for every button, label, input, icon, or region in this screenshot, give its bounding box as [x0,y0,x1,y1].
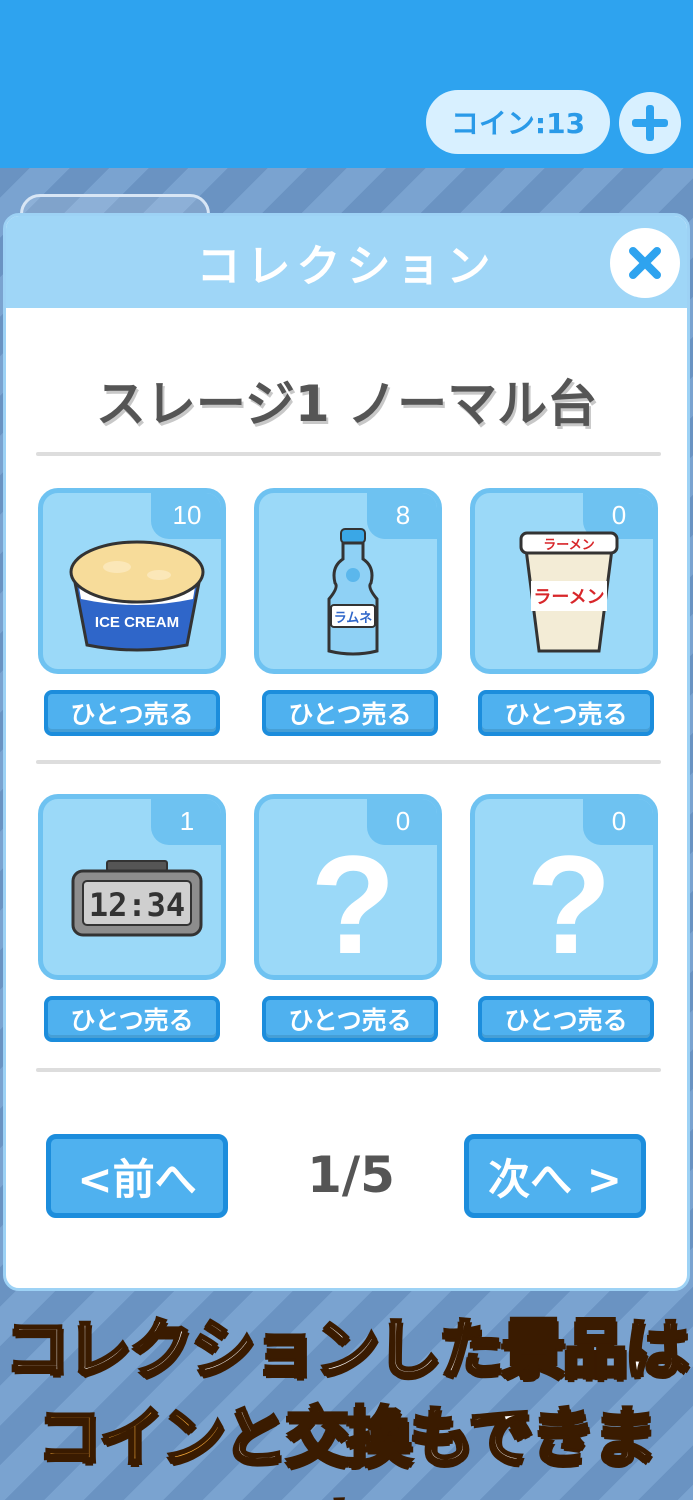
digital-clock-icon: 12:34 [71,860,203,937]
collection-modal: コレクション スレージ1 ノーマル台 10 ICE CREAM ひとつ売る 8 [3,213,690,1291]
sell-one-button[interactable]: ひとつ売る [478,996,654,1042]
collection-item[interactable]: 0 ? [254,794,442,980]
ice-cream-label: ICE CREAM [95,614,179,631]
banner-accent: 景品 [500,1312,629,1389]
stage-title: スレージ1 ノーマル台 [95,375,598,433]
banner-accent: コイン [36,1400,227,1477]
divider [36,452,661,456]
modal-title: コレクション [196,242,497,291]
divider [36,1068,661,1072]
banner-text: と [222,1400,289,1477]
promo-banner-line2: コインと交換もできます! [0,1386,693,1500]
banner-accent: 交換 [284,1400,413,1477]
prev-page-button[interactable]: <前へ [46,1134,228,1218]
item-tile: 0 ラーメン ラーメン [470,488,658,674]
ramune-bottle-icon: ラムネ [327,528,379,656]
unknown-mark: ? [526,833,612,963]
sell-one-button[interactable]: ひとつ売る [44,690,220,736]
question-mark-icon: ? [310,833,396,963]
close-icon [629,247,661,279]
sell-one-button[interactable]: ひとつ売る [262,996,438,1042]
collection-item[interactable]: 0 ? [470,794,658,980]
add-coin-button[interactable] [619,92,681,154]
coin-counter: コイン:13 [426,90,610,154]
clock-readout: 12:34 [89,886,185,924]
item-tile: 1 12:34 [38,794,226,980]
ramen-cup-label: ラーメン [533,587,604,608]
next-page-button[interactable]: 次へ > [464,1134,646,1218]
sell-one-button[interactable]: ひとつ売る [44,996,220,1042]
ramune-label: ラムネ [334,611,373,626]
sell-one-button[interactable]: ひとつ売る [478,690,654,736]
banner-text: コレクションした [4,1312,505,1389]
collection-item[interactable]: 10 ICE CREAM [38,488,226,674]
page-indicator: 1/5 [307,1146,395,1204]
collection-item[interactable]: 1 12:34 [38,794,226,980]
item-tile: 0 ? [470,794,658,980]
item-tile: 8 ラムネ [254,488,442,674]
sell-one-button[interactable]: ひとつ売る [262,690,438,736]
ice-cream-icon: ICE CREAM [69,540,205,652]
close-button[interactable] [610,228,680,298]
banner-text: は [624,1312,691,1389]
unknown-mark: ? [310,833,396,963]
top-bar: コイン:13 [0,0,693,168]
collection-item[interactable]: 0 ラーメン ラーメン [470,488,658,674]
divider [36,760,661,764]
item-tile: 10 ICE CREAM [38,488,226,674]
plus-icon [632,105,668,141]
promo-banner-line1: コレクションした景品は [0,1298,693,1390]
cup-ramen-icon: ラーメン ラーメン [519,531,619,653]
ramen-lid-label: ラーメン [543,538,594,553]
collection-item[interactable]: 8 ラムネ [254,488,442,674]
question-mark-icon: ? [526,833,612,963]
item-tile: 0 ? [254,794,442,980]
